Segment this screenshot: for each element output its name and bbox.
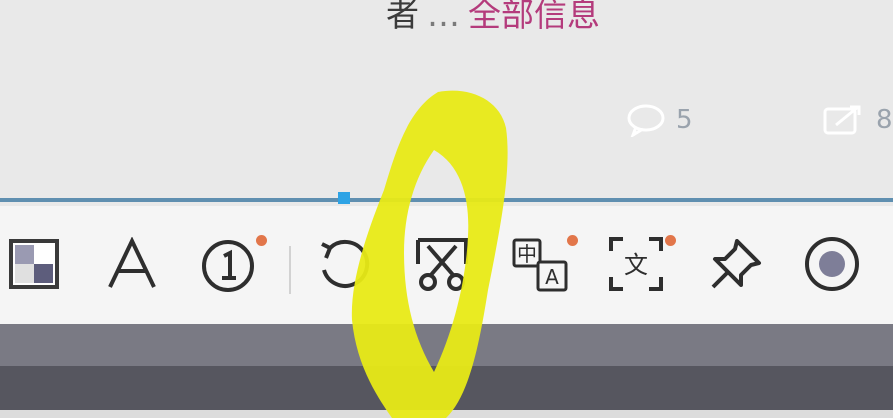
bottom-bar-upper bbox=[0, 324, 893, 366]
selection-handle[interactable] bbox=[338, 192, 350, 204]
reposts-count: 8 bbox=[876, 105, 893, 135]
mosaic-icon bbox=[8, 238, 60, 290]
bottom-bar-lower bbox=[0, 366, 893, 410]
undo-icon bbox=[316, 236, 372, 292]
text-recognition-button[interactable]: 文 bbox=[606, 234, 666, 294]
ellipsis-text: … bbox=[427, 0, 460, 34]
comments-count: 5 bbox=[676, 105, 693, 135]
reposts-stat[interactable]: 8 bbox=[822, 100, 893, 140]
text-recognition-icon: 文 bbox=[607, 235, 665, 293]
scissors-button[interactable] bbox=[412, 234, 472, 294]
text-button[interactable] bbox=[102, 234, 162, 294]
translate-badge-dot bbox=[567, 235, 578, 246]
text-icon bbox=[105, 237, 159, 291]
toolbar-separator bbox=[289, 246, 291, 294]
comments-stat[interactable]: 5 bbox=[626, 100, 693, 140]
repost-icon bbox=[822, 103, 866, 137]
record-icon bbox=[803, 235, 861, 293]
screenshot-toolbar: 中 A 文 bbox=[0, 206, 893, 324]
selection-border bbox=[0, 198, 893, 202]
comment-icon bbox=[626, 103, 666, 137]
bottom-edge bbox=[0, 410, 893, 418]
record-button[interactable] bbox=[802, 234, 862, 294]
svg-text:中: 中 bbox=[517, 242, 537, 266]
author-text: 者 bbox=[386, 0, 419, 34]
sequence-number-button[interactable] bbox=[198, 234, 258, 294]
translate-button[interactable]: 中 A bbox=[510, 234, 570, 294]
show-full-text-link[interactable]: 全部信息 bbox=[468, 0, 600, 34]
sequence-badge-dot bbox=[256, 235, 267, 246]
translate-icon: 中 A bbox=[510, 234, 570, 294]
sequence-number-icon bbox=[200, 236, 256, 292]
pin-button[interactable] bbox=[706, 234, 766, 294]
feed-text-line: 者… 全部信息 bbox=[386, 0, 600, 36]
mosaic-button[interactable] bbox=[4, 234, 64, 294]
undo-button[interactable] bbox=[314, 234, 374, 294]
recognition-badge-dot bbox=[665, 235, 676, 246]
svg-text:文: 文 bbox=[624, 251, 648, 279]
screenshot-page: 者… 全部信息 5 8 中 A 文 bbox=[0, 0, 893, 418]
pin-icon bbox=[707, 235, 765, 293]
scissors-icon bbox=[414, 236, 470, 292]
svg-text:A: A bbox=[545, 265, 559, 289]
